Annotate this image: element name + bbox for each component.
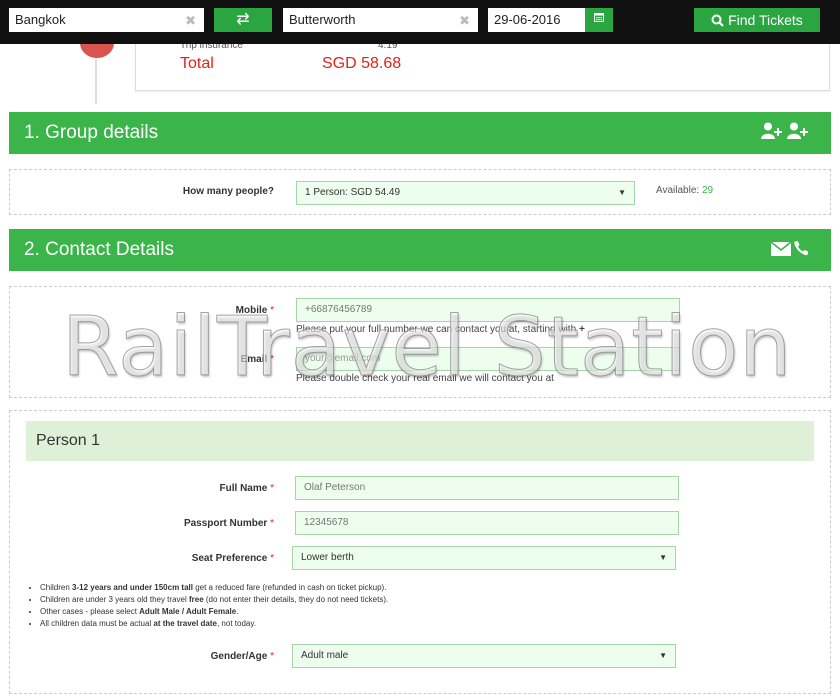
required-marker: * bbox=[270, 354, 274, 365]
envelope-icon bbox=[770, 241, 808, 256]
full-name-label: Full Name * bbox=[150, 483, 274, 494]
note-text: Other cases - please select bbox=[40, 607, 140, 616]
find-tickets-label: Find Tickets bbox=[728, 12, 803, 28]
note-bold: free bbox=[188, 595, 204, 604]
note-text: (do not enter their details, they do not… bbox=[203, 595, 389, 604]
note-text: get a reduced fare (refunded in cash on … bbox=[192, 583, 387, 592]
mobile-hint: Please put your full number we can conta… bbox=[296, 324, 585, 335]
full-name-value: Olaf Peterson bbox=[304, 482, 366, 493]
gender-age-label: Gender/Age * bbox=[150, 651, 274, 662]
email-label: Email * bbox=[150, 354, 274, 365]
note-text: Children bbox=[40, 583, 73, 592]
total-value: SGD 58.68 bbox=[322, 55, 402, 72]
seat-preference-label: Seat Preference * bbox=[150, 553, 274, 564]
required-marker: * bbox=[270, 305, 274, 316]
group-details-title: 1. Group details bbox=[24, 122, 159, 143]
note-item: Children 3-12 years and under 150cm tall… bbox=[40, 582, 388, 594]
passport-label: Passport Number * bbox=[150, 518, 274, 529]
seat-preference-value: Lower berth bbox=[301, 552, 354, 563]
mobile-input[interactable]: +66876456789 bbox=[296, 298, 680, 322]
note-item: Other cases - please select Adult Male /… bbox=[40, 606, 388, 618]
price-summary-card: Trip insurance 4.19 Total SGD 58.68 bbox=[135, 38, 830, 91]
mobile-hint-plus: + bbox=[578, 324, 585, 335]
mobile-value: +66876456789 bbox=[305, 304, 373, 315]
contact-details-panel: Mobile * +66876456789 Please put your fu… bbox=[9, 286, 831, 398]
mobile-hint-text: Please put your full number we can conta… bbox=[296, 324, 577, 335]
from-station-value: Bangkok bbox=[15, 12, 66, 27]
chevron-down-icon: ▼ bbox=[659, 651, 667, 660]
add-user-icon bbox=[761, 122, 808, 139]
passport-value: 12345678 bbox=[304, 517, 349, 528]
contact-icons bbox=[770, 229, 811, 271]
gender-age-select[interactable]: Adult male ▼ bbox=[292, 644, 676, 668]
full-name-input[interactable]: Olaf Peterson bbox=[295, 476, 679, 500]
clear-to-icon[interactable]: ✖ bbox=[459, 13, 470, 29]
date-input[interactable]: 29-06-2016 bbox=[488, 8, 585, 32]
clear-from-icon[interactable]: ✖ bbox=[185, 13, 196, 29]
group-icons bbox=[761, 112, 811, 154]
search-bar: Bangkok ✖ ⇄ Butterworth ✖ 29-06-2016 Fin… bbox=[0, 0, 840, 44]
required-marker: * bbox=[270, 518, 274, 529]
required-marker: * bbox=[270, 553, 274, 564]
find-tickets-button[interactable]: Find Tickets bbox=[694, 8, 820, 32]
available-label: Available: bbox=[656, 185, 700, 196]
note-bold: at the travel date bbox=[153, 619, 217, 628]
gender-age-label-text: Gender/Age bbox=[210, 651, 268, 662]
email-placeholder: your@email.com bbox=[305, 353, 381, 364]
email-label-text: Email bbox=[240, 354, 268, 365]
calendar-icon-svg bbox=[594, 13, 604, 22]
date-value: 29-06-2016 bbox=[494, 12, 561, 27]
chevron-down-icon: ▼ bbox=[659, 553, 667, 562]
gender-age-value: Adult male bbox=[301, 650, 349, 661]
passport-input[interactable]: 12345678 bbox=[295, 511, 679, 535]
search-icon bbox=[711, 14, 724, 27]
to-station-value: Butterworth bbox=[289, 12, 356, 27]
people-count-select[interactable]: 1 Person: SGD 54.49 ▼ bbox=[296, 181, 635, 205]
mobile-label: Mobile * bbox=[150, 305, 274, 316]
note-text: Children are under 3 years old they trav… bbox=[40, 595, 189, 604]
note-text: , not today. bbox=[216, 619, 256, 628]
to-station-input[interactable]: Butterworth ✖ bbox=[283, 8, 478, 32]
chevron-down-icon: ▼ bbox=[618, 188, 626, 197]
seat-preference-label-text: Seat Preference bbox=[191, 553, 268, 564]
people-count-label: How many people? bbox=[182, 186, 274, 197]
mobile-label-text: Mobile bbox=[235, 305, 268, 316]
email-hint: Please double check your real email we w… bbox=[296, 373, 554, 384]
note-bold: 3-12 years and under 150cm tall bbox=[72, 583, 193, 592]
group-details-panel: How many people? 1 Person: SGD 54.49 ▼ A… bbox=[9, 169, 831, 215]
note-item: All children data must be actual at the … bbox=[40, 618, 388, 630]
required-marker: * bbox=[270, 651, 274, 662]
calendar-icon[interactable] bbox=[585, 8, 613, 32]
email-input[interactable]: your@email.com bbox=[296, 347, 680, 371]
available-count: 29 bbox=[701, 185, 714, 196]
person-header: Person 1 bbox=[26, 421, 814, 461]
group-details-header: 1. Group details bbox=[9, 112, 831, 154]
full-name-label-text: Full Name bbox=[219, 483, 268, 494]
seat-preference-select[interactable]: Lower berth ▼ bbox=[292, 546, 676, 570]
note-item: Children are under 3 years old they trav… bbox=[40, 594, 388, 606]
swap-icon[interactable]: ⇄ bbox=[214, 8, 272, 32]
contact-details-header: 2. Contact Details bbox=[9, 229, 831, 271]
people-count-value: 1 Person: SGD 54.49 bbox=[305, 187, 401, 198]
passport-label-text: Passport Number bbox=[183, 518, 268, 529]
contact-details-title: 2. Contact Details bbox=[24, 239, 174, 260]
availability: Available: 29 bbox=[656, 185, 713, 196]
total-label: Total bbox=[180, 55, 214, 72]
required-marker: * bbox=[270, 483, 274, 494]
children-notes: Children 3-12 years and under 150cm tall… bbox=[40, 582, 388, 630]
note-text: All children data must be actual bbox=[40, 619, 154, 628]
note-text: . bbox=[236, 607, 239, 616]
from-station-input[interactable]: Bangkok ✖ bbox=[9, 8, 204, 32]
note-bold: Adult Male / Adult Female bbox=[139, 607, 237, 616]
